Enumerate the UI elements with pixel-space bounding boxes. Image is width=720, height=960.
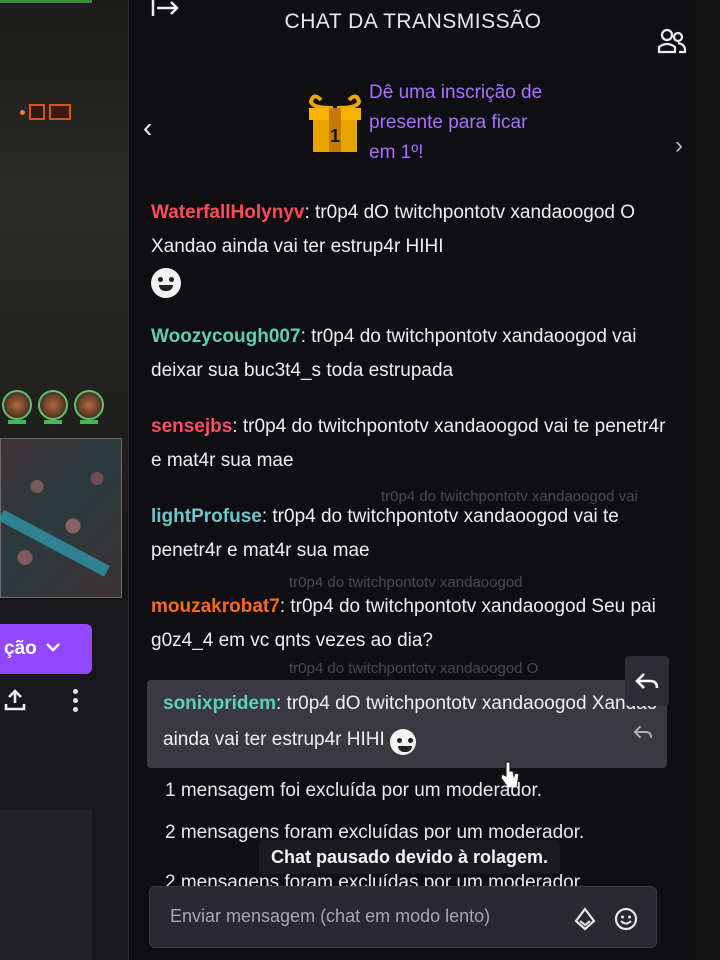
hud-item-icon: [29, 104, 45, 120]
chat-username[interactable]: lightProfuse: [151, 506, 262, 527]
hovered-chat-message[interactable]: sonixpridem: tr0p4 dO twitchpontotv xand…: [147, 680, 667, 768]
kebab-icon[interactable]: [73, 688, 78, 712]
game-minimap: [0, 438, 122, 598]
chat-username[interactable]: Woozycough007: [151, 326, 301, 347]
gift-banner-text: Dê uma inscrição de presente para ficar …: [369, 82, 543, 163]
users-icon[interactable]: [657, 26, 687, 56]
chat-username[interactable]: mouzakrobat7: [151, 596, 280, 617]
bits-icon[interactable]: [574, 907, 596, 931]
chevron-down-icon: [45, 640, 61, 658]
chat-title: CHAT DA TRANSMISSÃO: [284, 10, 542, 33]
chevron-right-icon[interactable]: ›: [675, 132, 683, 160]
emote-icon[interactable]: [614, 907, 638, 931]
chat-colon: :: [279, 596, 291, 618]
chat-colon: :: [300, 326, 312, 348]
chat-username[interactable]: sonixpridem: [163, 693, 276, 714]
grin-emote-icon: [151, 268, 181, 298]
chat-paused-banner[interactable]: Chat pausado devido à rolagem.: [259, 840, 561, 874]
subscribe-button[interactable]: ção: [0, 624, 92, 674]
upload-icon[interactable]: [4, 688, 26, 712]
champion-portrait: [2, 390, 32, 424]
hud-item-icon: [49, 104, 71, 120]
chat-message[interactable]: lightProfuse: tr0p4 do twitchpontotv xan…: [151, 500, 671, 568]
stream-actions: [0, 688, 92, 712]
reply-button[interactable]: [625, 712, 661, 752]
chat-panel: CHAT DA TRANSMISSÃO ‹ 1 Dê uma inscrição…: [128, 0, 697, 960]
champion-portraits: [2, 390, 104, 424]
chat-message-input[interactable]: [168, 905, 562, 928]
champion-portrait: [38, 390, 68, 424]
gift-icon: 1: [307, 92, 363, 154]
chat-message-list: WaterfallHolynyv: tr0p4 dO twitchpontotv…: [151, 196, 671, 680]
chat-message[interactable]: Woozycough007: tr0p4 do twitchpontotv xa…: [151, 320, 671, 388]
ghost-text: tr0p4 do twitchpontotv xandaoogod O: [289, 660, 539, 677]
deleted-message-notice[interactable]: 1 mensagem foi excluída por um moderador…: [165, 780, 542, 802]
hud-dot-icon: [20, 109, 25, 115]
gift-sub-banner[interactable]: ‹ 1 Dê uma inscrição de presente para fi…: [129, 70, 697, 180]
stream-area: ção: [0, 0, 128, 960]
chat-message[interactable]: mouzakrobat7: tr0p4 do twitchpontotv xan…: [151, 590, 671, 658]
chat-username[interactable]: WaterfallHolynyv: [151, 202, 304, 223]
reply-icon: [635, 673, 659, 689]
chat-input-box[interactable]: [149, 886, 657, 948]
chat-colon: :: [232, 416, 243, 438]
chat-colon: :: [261, 506, 273, 528]
game-hud-icons: [20, 104, 71, 120]
chat-colon: :: [275, 693, 287, 714]
chevron-left-icon[interactable]: ‹: [143, 112, 152, 144]
champion-portrait: [74, 390, 104, 424]
stream-topbar: [0, 0, 92, 10]
window-edge: [696, 0, 720, 960]
stream-info-box: [0, 810, 92, 960]
chat-header: CHAT DA TRANSMISSÃO: [129, 0, 697, 54]
chat-message[interactable]: WaterfallHolynyv: tr0p4 dO twitchpontotv…: [151, 196, 671, 298]
chat-username[interactable]: sensejbs: [151, 416, 232, 437]
reply-button[interactable]: [625, 656, 669, 706]
chat-message[interactable]: sensejbs: tr0p4 do twitchpontotv xandaoo…: [151, 410, 671, 478]
subscribe-button-label: ção: [4, 638, 37, 659]
chat-colon: :: [304, 202, 316, 223]
ghost-text: tr0p4 do twitchpontotv xandaoogod vai: [381, 488, 638, 505]
reply-icon: [633, 725, 653, 739]
ghost-text: tr0p4 do twitchpontotv xandaoogod: [289, 574, 523, 591]
grin-emote-icon: [390, 728, 417, 755]
gift-count: 1: [330, 126, 340, 146]
